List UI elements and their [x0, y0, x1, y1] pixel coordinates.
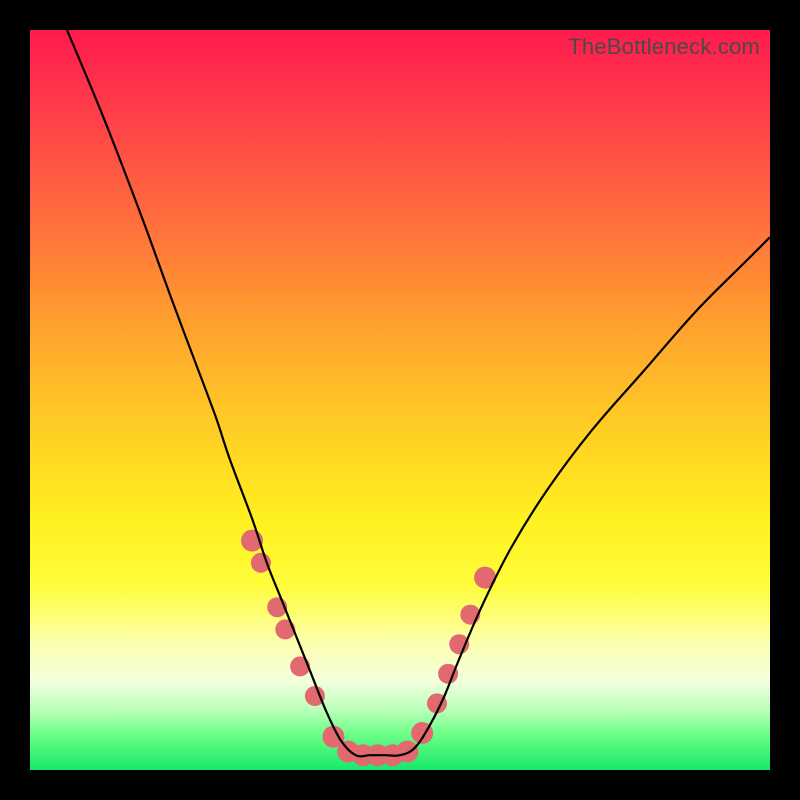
dots-layer [241, 530, 496, 767]
bottleneck-curve [67, 30, 770, 756]
bottleneck-chart [30, 30, 770, 770]
highlight-dot [396, 741, 418, 763]
chart-frame: TheBottleneck.com [30, 30, 770, 770]
watermark-text: TheBottleneck.com [568, 34, 760, 60]
